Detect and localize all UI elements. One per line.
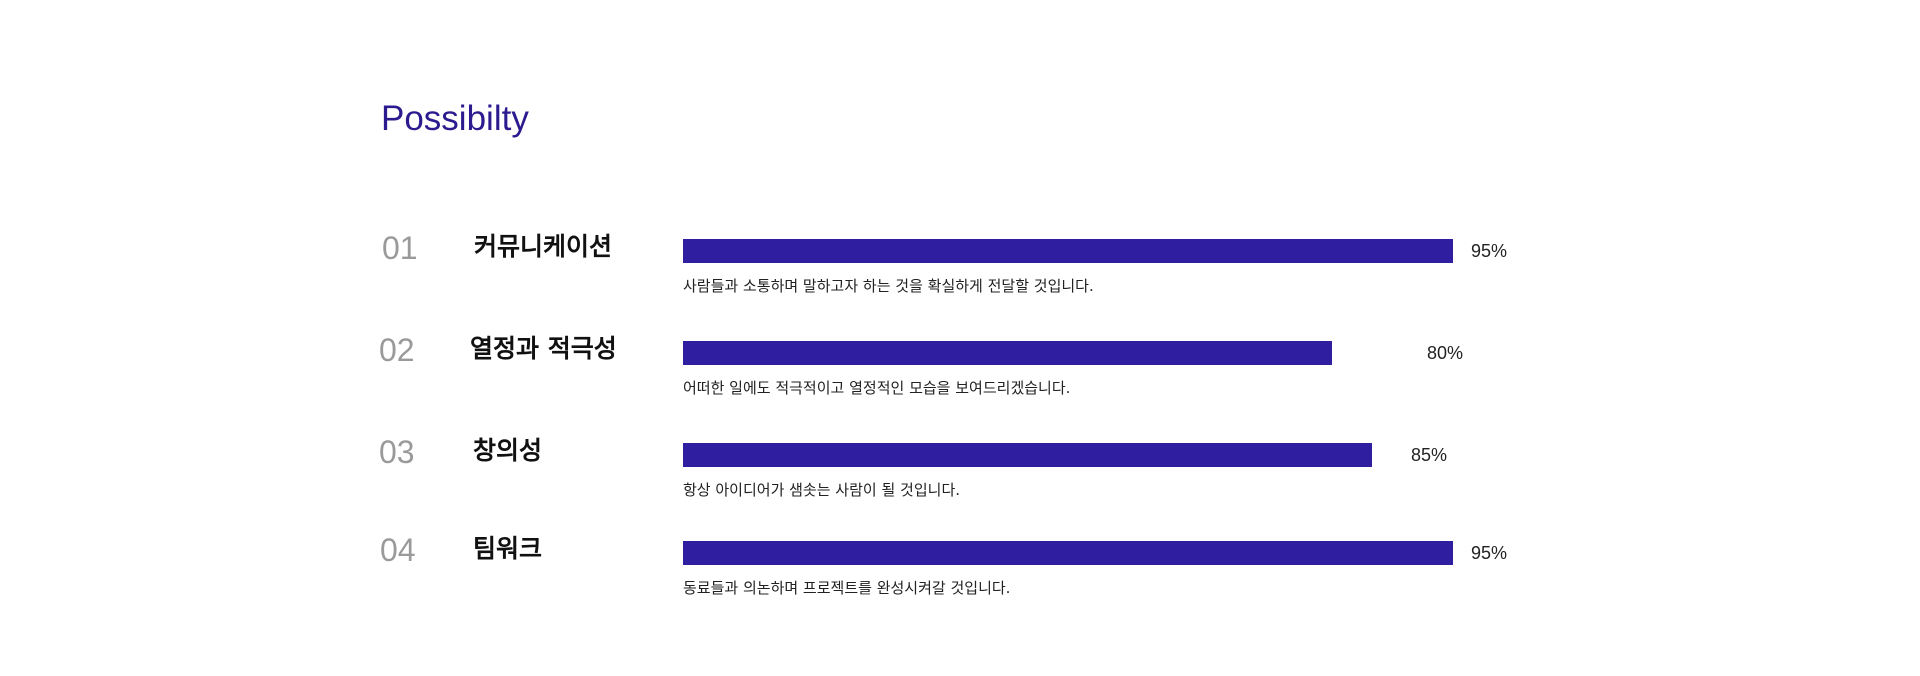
skill-row: 04 팀워크 95% 동료들과 의논하며 프로젝트를 완성시켜갈 것입니다. xyxy=(0,530,1920,610)
skill-description: 사람들과 소통하며 말하고자 하는 것을 확실하게 전달할 것입니다. xyxy=(683,277,1094,295)
skill-progress-bar xyxy=(683,541,1454,565)
skill-number: 04 xyxy=(380,532,416,568)
skill-number: 02 xyxy=(379,332,415,368)
skill-row: 03 창의성 85% 항상 아이디어가 샘솟는 사람이 될 것입니다. xyxy=(0,432,1920,512)
skill-progress-bar xyxy=(683,239,1454,263)
skill-percent: 95% xyxy=(1471,543,1508,563)
skill-percent: 95% xyxy=(1471,241,1508,261)
skill-description: 동료들과 의논하며 프로젝트를 완성시켜갈 것입니다. xyxy=(683,579,1011,597)
skill-progress-fill xyxy=(683,541,1454,565)
skill-percent: 80% xyxy=(1427,343,1464,363)
skill-label: 창의성 xyxy=(473,436,543,465)
skill-label: 커뮤니케이션 xyxy=(474,232,613,261)
skill-row: 02 열정과 적극성 80% 어떠한 일에도 적극적이고 열정적인 모습을 보여… xyxy=(0,330,1920,410)
skill-progress-fill xyxy=(683,341,1332,365)
skill-number: 03 xyxy=(379,434,415,470)
skill-progress-bar xyxy=(683,341,1449,365)
skill-description: 항상 아이디어가 샘솟는 사람이 될 것입니다. xyxy=(683,481,961,499)
skill-percent: 85% xyxy=(1411,445,1448,465)
skill-progress-fill xyxy=(683,239,1454,263)
skill-number: 01 xyxy=(382,230,418,266)
skill-label: 열정과 적극성 xyxy=(470,334,617,363)
skill-label: 팀워크 xyxy=(473,534,543,563)
page-title: Possibilty xyxy=(381,99,529,138)
skill-row: 01 커뮤니케이션 95% 사람들과 소통하며 말하고자 하는 것을 확실하게 … xyxy=(0,228,1920,308)
skill-description: 어떠한 일에도 적극적이고 열정적인 모습을 보여드리겠습니다. xyxy=(683,379,1071,397)
skill-progress-fill xyxy=(683,443,1373,467)
skill-progress-bar xyxy=(683,443,1449,467)
